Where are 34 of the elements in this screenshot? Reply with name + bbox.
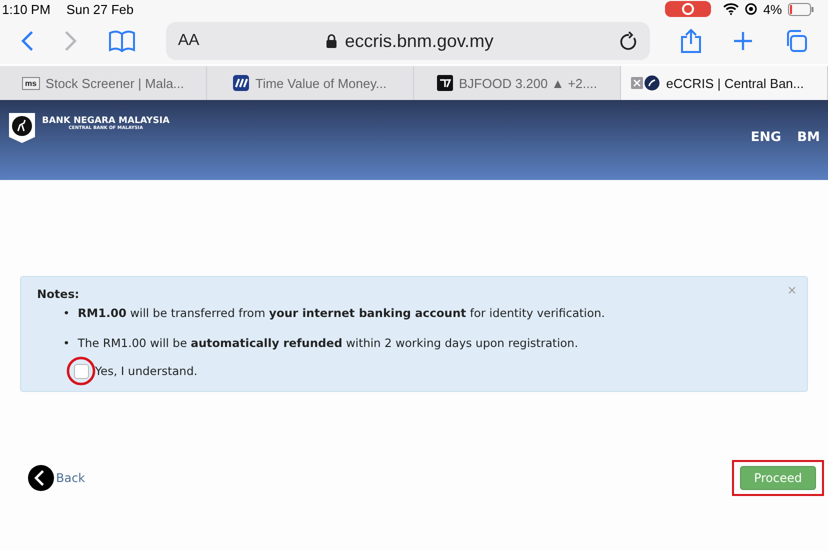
bullet: • (63, 335, 70, 351)
bullet: • (63, 305, 70, 321)
checkbox-label: Yes, I understand. (95, 364, 198, 378)
share-icon[interactable] (680, 28, 702, 54)
bookmarks-icon[interactable] (108, 30, 136, 52)
note-item: RM1.00 will be transferred from your internet banking account for identity verification. (78, 305, 605, 321)
status-time: 1:10 PM (2, 2, 50, 16)
language-link[interactable]: BM (797, 130, 820, 180)
status-date: Sun 27 Feb (66, 2, 134, 16)
close-tab-icon[interactable] (631, 77, 643, 89)
wifi-icon (723, 3, 740, 15)
plus-icon[interactable] (732, 30, 754, 52)
browser-tab[interactable]: eCCRIS | Central Ban... (621, 66, 828, 100)
bank-emblem-icon (8, 112, 36, 144)
notes-title: Notes: (37, 287, 80, 301)
note-item: The RM1.00 will be automatically refunded within 2 working days upon registration. (78, 335, 578, 351)
chart-favicon-icon (233, 75, 250, 91)
bank-name: BANK NEGARA MALAYSIA (42, 116, 170, 126)
address-bar[interactable]: AA eccris.bnm.gov.my (166, 22, 650, 60)
url-text: eccris.bnm.gov.my (344, 30, 494, 52)
battery-icon (788, 2, 814, 16)
highlight-circle (66, 356, 96, 386)
back-circle-icon (28, 465, 54, 491)
text-size-button[interactable]: AA (178, 32, 200, 50)
battery-percent: 4% (763, 2, 782, 16)
lock-icon (326, 34, 337, 48)
tabs-icon[interactable] (784, 29, 808, 53)
checkbox[interactable] (74, 364, 88, 378)
emblem-favicon-icon (644, 75, 660, 91)
reload-icon[interactable] (620, 31, 638, 51)
language-link[interactable]: ENG (750, 130, 782, 180)
back-link[interactable]: Back (28, 465, 86, 491)
favicon: ms (22, 76, 40, 90)
square-favicon-icon (436, 75, 453, 91)
